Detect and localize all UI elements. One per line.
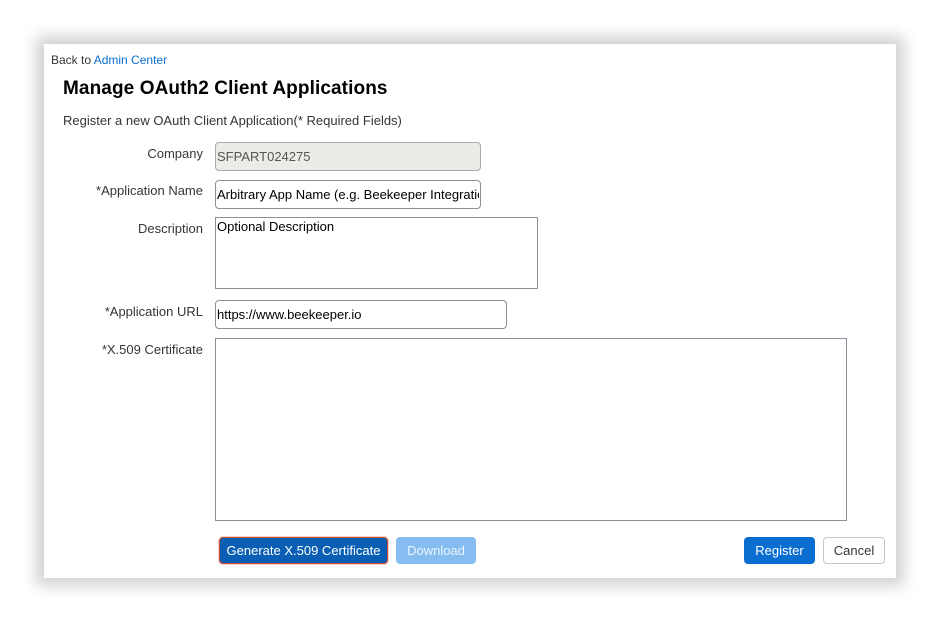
download-button[interactable]: Download	[396, 537, 476, 564]
company-field	[215, 142, 481, 171]
generate-certificate-button[interactable]: Generate X.509 Certificate	[219, 537, 388, 564]
breadcrumb: Back to Admin Center	[51, 53, 167, 67]
application-name-field[interactable]	[215, 180, 481, 209]
admin-center-link[interactable]: Admin Center	[94, 53, 167, 67]
certificate-label: *X.509 Certificate	[101, 342, 203, 357]
back-prefix-text: Back to	[51, 53, 92, 67]
description-field[interactable]: Optional Description	[215, 217, 538, 289]
application-name-label: *Application Name	[96, 183, 203, 198]
application-url-label: *Application URL	[104, 304, 203, 319]
description-label: Description	[137, 221, 203, 236]
certificate-field[interactable]	[215, 338, 847, 521]
company-label: Company	[147, 146, 203, 161]
application-url-field[interactable]	[215, 300, 507, 329]
page-title: Manage OAuth2 Client Applications	[63, 78, 388, 99]
oauth-client-panel: Back to Admin Center Manage OAuth2 Clien…	[44, 44, 896, 578]
page-subtitle: Register a new OAuth Client Application(…	[63, 113, 402, 128]
cancel-button[interactable]: Cancel	[823, 537, 885, 564]
screen: Back to Admin Center Manage OAuth2 Clien…	[0, 0, 939, 622]
register-button[interactable]: Register	[744, 537, 815, 564]
